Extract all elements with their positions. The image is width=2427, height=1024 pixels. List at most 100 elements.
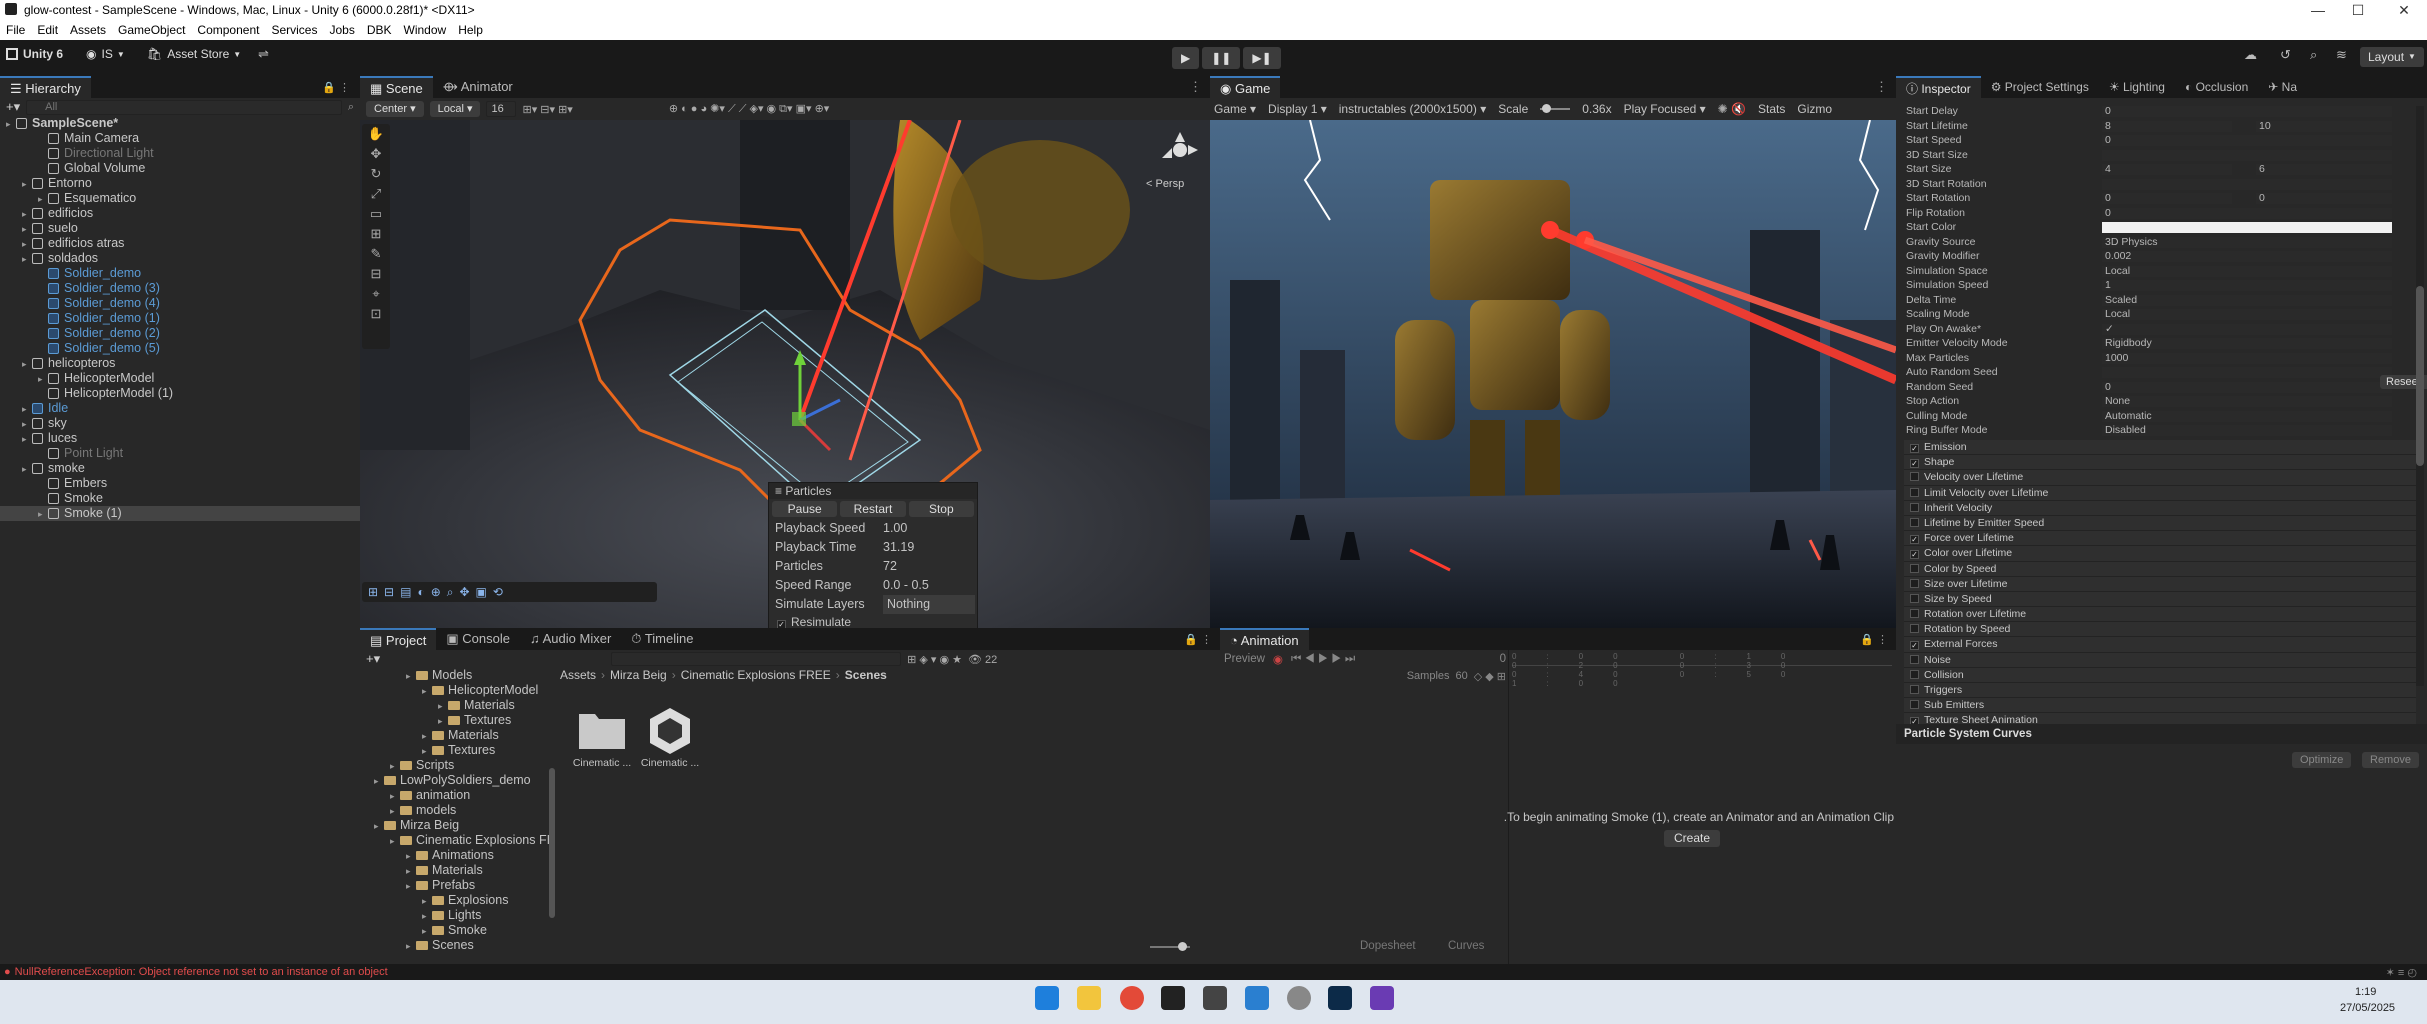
hierarchy-item[interactable]: Smoke — [0, 491, 360, 506]
particles-restart-button[interactable]: Restart — [840, 501, 906, 517]
create-animation-button[interactable]: Create — [1664, 830, 1721, 847]
scale-slider-thumb[interactable] — [1542, 104, 1552, 113]
timeline-ruler[interactable]: 0:00 0:10 0:20 0:30 0:40 0:50 1:00 — [1512, 652, 1892, 688]
module-checkbox[interactable] — [1910, 669, 1919, 679]
hierarchy-item[interactable]: Soldier_demo (3) — [0, 281, 360, 296]
photos-icon[interactable] — [1245, 986, 1269, 1010]
visual-studio-icon[interactable] — [1370, 986, 1394, 1010]
hierarchy-item[interactable]: ▸ soldados — [0, 251, 360, 266]
inspector-field-value[interactable]: Disabled — [2102, 425, 2392, 436]
module-checkbox[interactable] — [1910, 700, 1919, 710]
zoom-slider-thumb[interactable] — [1178, 942, 1187, 951]
menu-help[interactable]: Help — [458, 23, 483, 37]
keyframe-icons[interactable]: ◇ ◆ ⊞ — [1474, 670, 1506, 683]
project-tree-item[interactable]: ▸ Lights — [360, 908, 555, 923]
hierarchy-item[interactable]: ▸ HelicopterModel — [0, 371, 360, 386]
expand-arrow-icon[interactable]: ▸ — [390, 804, 400, 819]
hierarchy-item[interactable]: Soldier_demo (5) — [0, 341, 360, 356]
particle-module-row[interactable]: Inherit Velocity — [1904, 500, 2416, 516]
module-checkbox[interactable]: ✓ — [1910, 535, 1919, 545]
inspector-field-value[interactable]: 0 — [2102, 207, 2392, 219]
expand-arrow-icon[interactable]: ▸ — [406, 849, 416, 864]
step-button[interactable]: ▶❚ — [1243, 47, 1281, 69]
hierarchy-item[interactable]: Main Camera — [0, 131, 360, 146]
project-tree-scrollbar[interactable] — [549, 768, 555, 918]
module-checkbox[interactable]: ✓ — [1910, 459, 1919, 469]
hierarchy-item[interactable]: ▸ helicopteros — [0, 356, 360, 371]
menu-edit[interactable]: Edit — [37, 23, 58, 37]
inspector-scrollbar[interactable] — [2416, 106, 2424, 686]
checkbox[interactable]: ✓ — [777, 620, 786, 628]
inspector-field-value[interactable]: Rigidbody — [2102, 338, 2392, 349]
menu-file[interactable]: File — [6, 23, 25, 37]
particles-row-value[interactable]: 72 — [883, 557, 897, 576]
layers-icon[interactable]: ≋ — [2336, 47, 2347, 63]
clock-time[interactable]: 1:19 — [2355, 986, 2376, 998]
module-checkbox[interactable] — [1910, 472, 1919, 482]
inspector-scrollbar-thumb[interactable] — [2416, 286, 2424, 466]
expand-arrow-icon[interactable]: ▸ — [390, 789, 400, 804]
tab-game[interactable]: ◉ Game — [1210, 76, 1281, 98]
hierarchy-item[interactable]: Directional Light — [0, 146, 360, 161]
search-icon[interactable]: ⌕ — [2310, 47, 2317, 63]
status-icons[interactable]: ✶ ≡ ◴ — [2386, 966, 2417, 979]
tab-navigation[interactable]: ✈ Na — [2258, 76, 2307, 98]
particles-checkbox-row[interactable]: ✓ Resimulate — [771, 614, 977, 628]
hierarchy-item[interactable]: ▸ edificios atras — [0, 236, 360, 251]
chrome-icon[interactable] — [1120, 986, 1144, 1010]
particles-stop-button[interactable]: Stop — [908, 501, 974, 517]
project-tree-item[interactable]: ▸ Materials — [360, 863, 555, 878]
expand-arrow-icon[interactable]: ▸ — [422, 909, 432, 924]
hierarchy-item[interactable]: ▸ sky — [0, 416, 360, 431]
grid-size-field[interactable]: 16 — [486, 101, 517, 117]
project-search-input[interactable] — [611, 652, 902, 666]
project-tree-item[interactable]: ▸ Smoke — [360, 923, 555, 938]
snap-icon[interactable]: ⊞▾ ⊟▾ ⊞▾ — [522, 103, 572, 116]
transport-icons[interactable]: ⏮ ◀ ▶ ▶ ⏭ — [1291, 653, 1355, 666]
lock-icon[interactable]: 🔒 ⋮ — [1184, 633, 1212, 646]
project-tree-item[interactable]: ▸ Materials — [360, 728, 555, 743]
close-button[interactable]: ✕ — [2381, 0, 2427, 20]
resolution-dropdown[interactable]: instructables (2000x1500) ▾ — [1339, 102, 1486, 116]
add-icon[interactable]: +▾ — [366, 651, 380, 667]
lock-icon[interactable]: 🔒 ⋮ — [322, 81, 350, 94]
persp-label[interactable]: < Persp — [1146, 178, 1184, 190]
tab-hierarchy[interactable]: ☰ Hierarchy — [0, 76, 91, 98]
particle-module-row[interactable]: Color by Speed — [1904, 561, 2416, 577]
unity-hub-icon[interactable] — [1203, 986, 1227, 1010]
expand-arrow-icon[interactable]: ▸ — [6, 117, 16, 132]
breadcrumb-scenes[interactable]: Scenes — [845, 668, 887, 682]
hierarchy-item[interactable]: Point Light — [0, 446, 360, 461]
display-dropdown[interactable]: Display 1 ▾ — [1268, 102, 1327, 116]
inspector-field-value-max[interactable]: 6 — [2256, 164, 2392, 175]
module-checkbox[interactable]: ✓ — [1910, 641, 1919, 651]
project-tree-item[interactable]: ▸ Explosions — [360, 893, 555, 908]
dopesheet-tab[interactable]: Dopesheet — [1360, 940, 1416, 952]
inspector-field-value[interactable]: 0 — [2102, 381, 2392, 393]
particles-row-value[interactable]: 31.19 — [883, 538, 914, 557]
project-tree-item[interactable]: ▸ Scripts — [360, 758, 555, 773]
inspector-field-value-max[interactable]: 10 — [2256, 120, 2392, 132]
particle-module-row[interactable]: ✓ Color over Lifetime — [1904, 546, 2416, 562]
inspector-field-value[interactable]: 1000 — [2102, 352, 2392, 364]
inspector-field-value[interactable]: 8 — [2102, 120, 2232, 132]
pivot-dropdown[interactable]: Center ▾ — [366, 101, 424, 117]
particle-module-row[interactable]: Limit Velocity over Lifetime — [1904, 485, 2416, 501]
maximize-button[interactable]: ☐ — [2335, 0, 2381, 20]
stats-button[interactable]: Stats — [1758, 102, 1785, 116]
photoshop-icon[interactable] — [1328, 986, 1352, 1010]
frame-field[interactable]: 0 — [1500, 653, 1506, 665]
hierarchy-item[interactable]: ▸ Esquematico — [0, 191, 360, 206]
hierarchy-item[interactable]: Global Volume — [0, 161, 360, 176]
project-tree-item[interactable]: ▸ Mirza Beig — [360, 818, 555, 833]
expand-arrow-icon[interactable]: ▸ — [22, 252, 32, 267]
particle-module-row[interactable]: ✓ External Forces — [1904, 637, 2416, 653]
hierarchy-item[interactable]: ▸ SampleScene* — [0, 116, 360, 131]
breadcrumb-mirza-beig[interactable]: Mirza Beig — [610, 668, 667, 682]
expand-arrow-icon[interactable]: ▸ — [438, 714, 448, 729]
expand-arrow-icon[interactable]: ▸ — [406, 669, 416, 684]
asset-item[interactable]: Cinematic ... — [640, 706, 700, 769]
inspector-field-value[interactable]: 0 — [2102, 106, 2392, 117]
hierarchy-item[interactable]: ▸ Entorno — [0, 176, 360, 191]
breadcrumb-assets[interactable]: Assets — [560, 668, 596, 682]
